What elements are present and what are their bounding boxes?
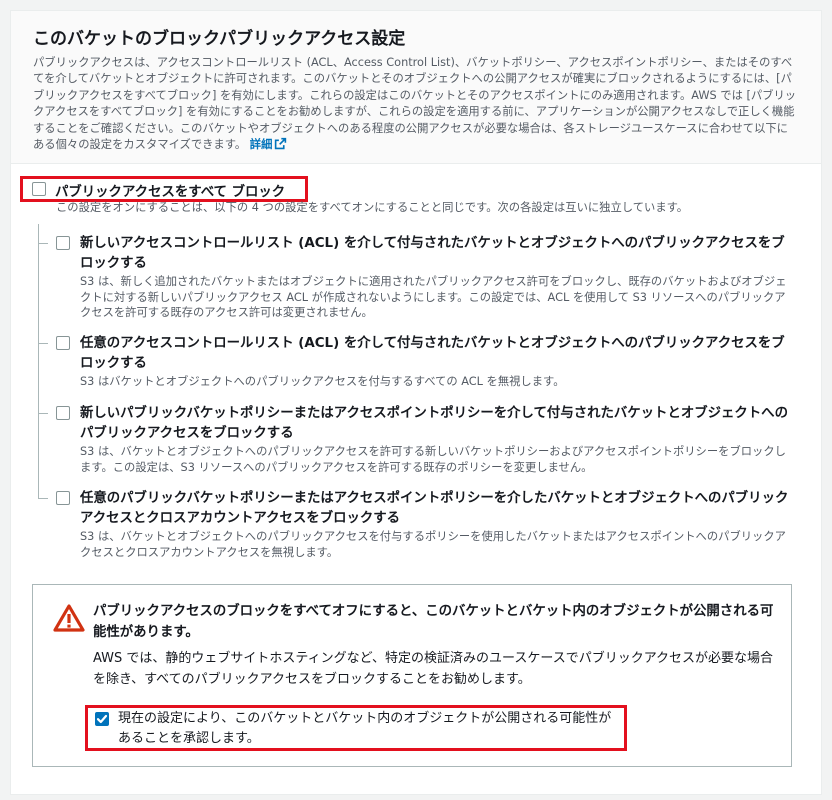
header-description: パブリックアクセスは、アクセスコントロールリスト (ACL、Access Con… [33, 55, 799, 153]
option-new-policy-checkbox[interactable] [56, 406, 70, 420]
warning-title: パブリックアクセスのブロックをすべてオフにすると、このバケットとバケット内のオブ… [93, 604, 774, 640]
tree-branch [38, 243, 48, 244]
option-title: 任意のアクセスコントロールリスト (ACL) を介して付与されたバケットとオブジ… [80, 336, 785, 371]
warning-alert: パブリックアクセスのブロックをすべてオフにすると、このバケットとバケット内のオブ… [32, 584, 792, 767]
option-title: 新しいアクセスコントロールリスト (ACL) を介して付与されたバケットとオブジ… [80, 236, 785, 271]
learn-more-label: 詳細 [249, 138, 273, 152]
option-new-acl[interactable]: 新しいアクセスコントロールリスト (ACL) を介して付与されたバケットとオブジ… [56, 234, 796, 321]
option-new-policy[interactable]: 新しいパブリックバケットポリシーまたはアクセスポイントポリシーを介して付与された… [56, 404, 796, 475]
acknowledge-label: 現在の設定により、このバケットとバケット内のオブジェクトが公開される可能性がある… [118, 711, 612, 746]
option-any-policy-checkbox[interactable] [56, 491, 70, 505]
warning-icon [53, 604, 85, 632]
warning-description: AWS では、静的ウェブサイトホスティングなど、特定の検証済みのユースケースでパ… [93, 651, 774, 687]
block-all-label: パブリックアクセスをすべて ブロック [55, 185, 286, 200]
option-title: 任意のパブリックバケットポリシーまたはアクセスポイントポリシーを介したバケットと… [80, 491, 789, 526]
header-description-text: パブリックアクセスは、アクセスコントロールリスト (ACL、Access Con… [33, 56, 797, 152]
option-description: S3 は、バケットとオブジェクトへのパブリックアクセスを付与するポリシーを使用し… [80, 530, 786, 559]
option-new-acl-checkbox[interactable] [56, 236, 70, 250]
acknowledge-row[interactable]: 現在の設定により、このバケットとバケット内のオブジェクトが公開される可能性がある… [85, 705, 627, 751]
option-description: S3 はバケットとオブジェクトへのパブリックアクセスを付与するすべての ACL … [80, 375, 565, 388]
block-all-checkbox[interactable] [32, 182, 46, 196]
option-any-acl-checkbox[interactable] [56, 336, 70, 350]
option-any-policy[interactable]: 任意のパブリックバケットポリシーまたはアクセスポイントポリシーを介したバケットと… [56, 489, 796, 560]
page-title: このバケットのブロックパブリックアクセス設定 [33, 29, 406, 49]
external-link-icon [275, 137, 287, 150]
acknowledge-checkbox[interactable] [95, 712, 109, 726]
checkmark-icon [96, 714, 108, 724]
option-any-acl[interactable]: 任意のアクセスコントロールリスト (ACL) を介して付与されたバケットとオブジ… [56, 334, 796, 390]
block-all-description: この設定をオンにすることは、以下の 4 つの設定をすべてオンにすることと同じです… [56, 201, 689, 214]
learn-more-link[interactable]: 詳細 [249, 137, 288, 152]
tree-branch [38, 343, 48, 344]
option-description: S3 は、新しく追加されたバケットまたはオブジェクトに適用されたパブリックアクセ… [80, 275, 787, 319]
panel-header: このバケットのブロックパブリックアクセス設定 パブリックアクセスは、アクセスコン… [11, 11, 821, 164]
tree-branch [38, 498, 48, 499]
tree-connector [38, 224, 39, 499]
option-description: S3 は、バケットとオブジェクトへのパブリックアクセスを許可する新しいバケットポ… [80, 445, 786, 474]
tree-branch [38, 413, 48, 414]
option-title: 新しいパブリックバケットポリシーまたはアクセスポイントポリシーを介して付与された… [80, 406, 788, 441]
